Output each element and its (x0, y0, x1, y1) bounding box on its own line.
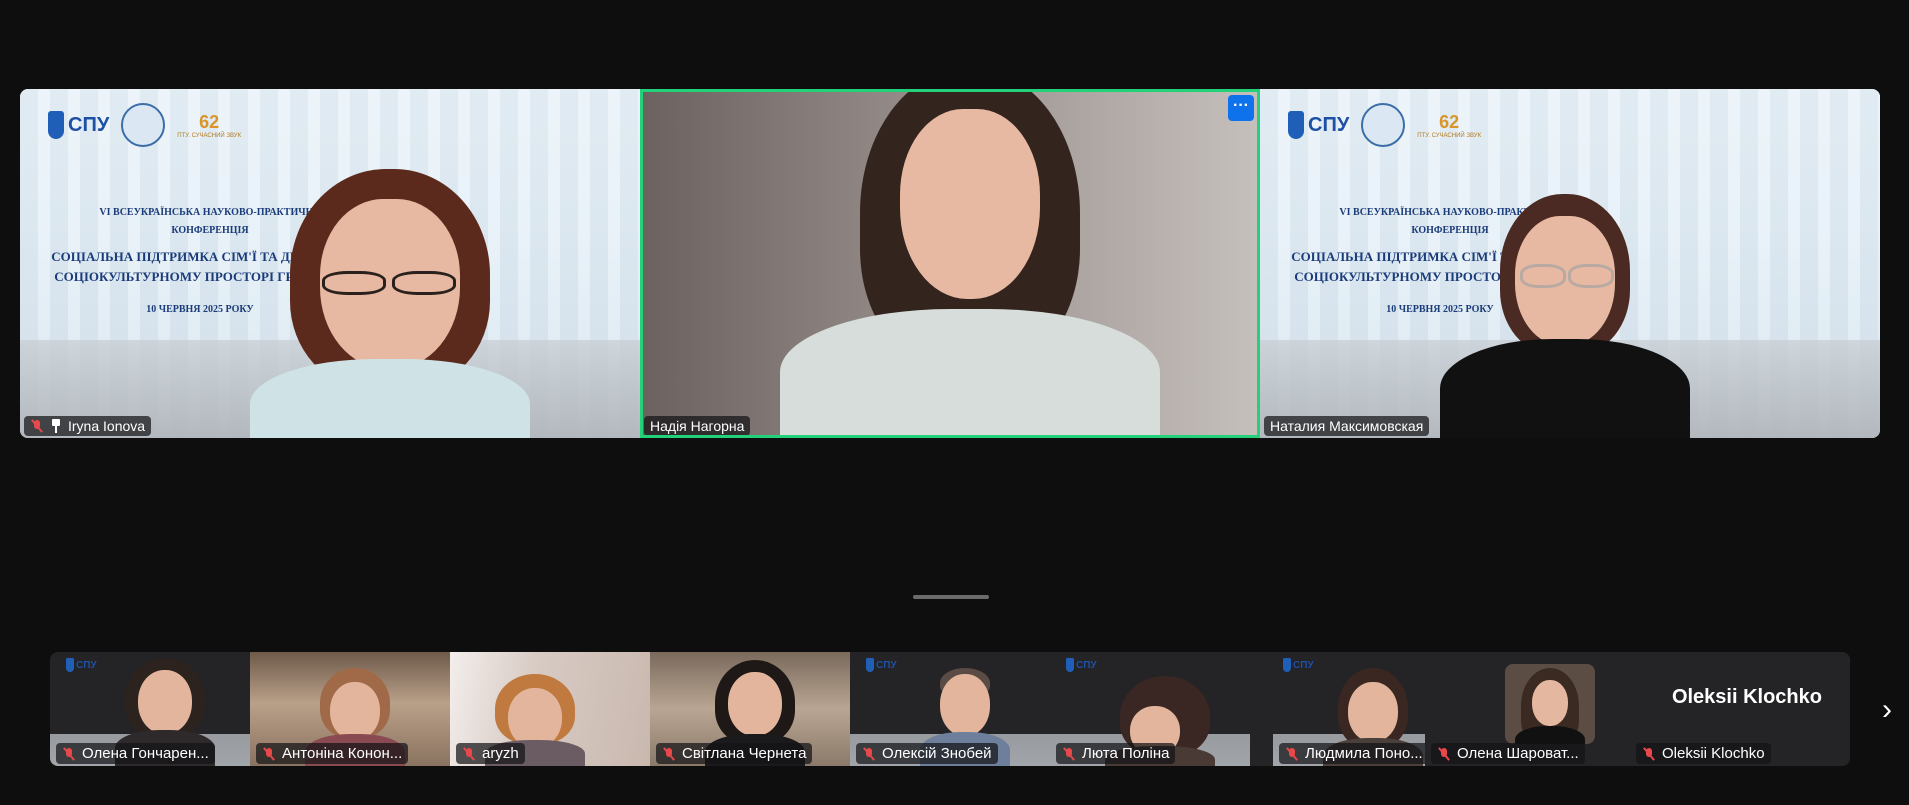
thumbnail-antonina-kononenko[interactable]: Антоніна Конон... (250, 652, 450, 766)
video-tile-natalia-maksimovskaya[interactable]: СПУ 62 ПТУ. СУЧАСНИЙ ЗВУК VI ВСЕУКРАЇНСЬ… (1260, 89, 1880, 438)
conference-logos: СПУ (866, 658, 897, 672)
shield-icon (66, 658, 74, 672)
shield-icon (866, 658, 874, 672)
video-tile-nadiia-nahorna[interactable]: ··· Надія Нагорна (640, 89, 1260, 438)
muted-microphone-icon (662, 747, 676, 761)
spu-logo: СПУ (866, 658, 897, 672)
spu-logo: СПУ (48, 111, 109, 139)
participant-name-tag: Oleksii Klochko (1636, 743, 1771, 764)
spu-logo: СПУ (1288, 111, 1349, 139)
conference-logos: СПУ (1283, 658, 1314, 672)
thumbnail-olena-sharovatova[interactable]: Олена Шароват... (1425, 652, 1630, 766)
participant-video (1440, 194, 1690, 438)
university-seal-icon (121, 103, 166, 147)
participant-name-tag: Iryna Ionova (24, 416, 152, 436)
avatar (1505, 664, 1595, 744)
participant-name-tag: Олена Гончарен... (56, 743, 215, 764)
muted-microphone-icon (62, 747, 76, 761)
shield-icon (1288, 111, 1304, 139)
university-seal-icon (1361, 103, 1406, 147)
shield-icon (48, 111, 64, 139)
anniversary-logo: 62 ПТУ. СУЧАСНИЙ ЗВУК (177, 111, 242, 139)
thumbnail-aryzh[interactable]: aryzh (450, 652, 650, 766)
participant-name-title: Oleksii Klochko (1671, 686, 1822, 708)
muted-microphone-icon (1642, 747, 1656, 761)
participant-video (780, 89, 1160, 438)
muted-microphone-icon (262, 747, 276, 761)
spu-logo: СПУ (66, 658, 97, 672)
conference-logos: СПУ (66, 658, 97, 672)
thumbnail-olena-honcharenko[interactable]: СПУ Олена Гончарен... (50, 652, 250, 766)
muted-microphone-icon (1437, 747, 1451, 761)
spu-logo: СПУ (1066, 658, 1097, 672)
thumbnail-liuta-polina[interactable]: СПУ Люта Поліна (1050, 652, 1250, 766)
muted-microphone-icon (1062, 747, 1076, 761)
conference-logos: СПУ 62 ПТУ. СУЧАСНИЙ ЗВУК (1288, 103, 1481, 147)
muted-microphone-icon (1285, 747, 1299, 761)
muted-microphone-icon (30, 419, 44, 433)
participant-name-tag: Надія Нагорна (644, 416, 751, 436)
meeting-gallery-view: СПУ 62 ПТУ. СУЧАСНИЙ ЗВУК VI ВСЕУКРАЇНСЬ… (0, 0, 1909, 805)
participant-name-tag: Антоніна Конон... (256, 743, 409, 764)
more-options-button[interactable]: ··· (1228, 95, 1254, 121)
thumbnail-strip: СПУ Олена Гончарен... Антоніна Конон... (50, 652, 1850, 766)
participant-name-tag: Людмила Поно... (1279, 743, 1425, 764)
next-page-arrow-icon[interactable]: › (1876, 693, 1898, 727)
participant-name-tag: Олексій Знобей (856, 743, 998, 764)
thumbnail-oleksii-klochko[interactable]: Oleksii Klochko Oleksii Klochko (1630, 652, 1850, 766)
participant-name-tag: Світлана Чернета (656, 743, 813, 764)
participant-name-tag: Наталия Максимовская (1264, 416, 1430, 436)
thumbnail-oleksii-znobei[interactable]: СПУ Олексій Знобей (850, 652, 1050, 766)
shield-icon (1066, 658, 1074, 672)
thumbnail-liudmyla-ponomarenko[interactable]: СПУ Людмила Поно... (1273, 652, 1425, 766)
conference-logos: СПУ 62 ПТУ. СУЧАСНИЙ ЗВУК (48, 103, 241, 147)
participant-name-tag: Люта Поліна (1056, 743, 1176, 764)
video-tile-iryna-ionova[interactable]: СПУ 62 ПТУ. СУЧАСНИЙ ЗВУК VI ВСЕУКРАЇНСЬ… (20, 89, 640, 438)
shield-icon (1283, 658, 1291, 672)
muted-microphone-icon (462, 747, 476, 761)
participant-video (250, 159, 530, 438)
muted-microphone-icon (862, 747, 876, 761)
anniversary-logo: 62 ПТУ. СУЧАСНИЙ ЗВУК (1417, 111, 1482, 139)
participant-name-tag: aryzh (456, 743, 525, 764)
pin-icon (50, 419, 62, 433)
resize-drag-handle[interactable] (913, 595, 989, 599)
conference-logos: СПУ (1066, 658, 1097, 672)
thumbnail-svitlana-cherneta[interactable]: Світлана Чернета (650, 652, 850, 766)
spu-logo: СПУ (1283, 658, 1314, 672)
participant-name-tag: Олена Шароват... (1431, 743, 1585, 764)
